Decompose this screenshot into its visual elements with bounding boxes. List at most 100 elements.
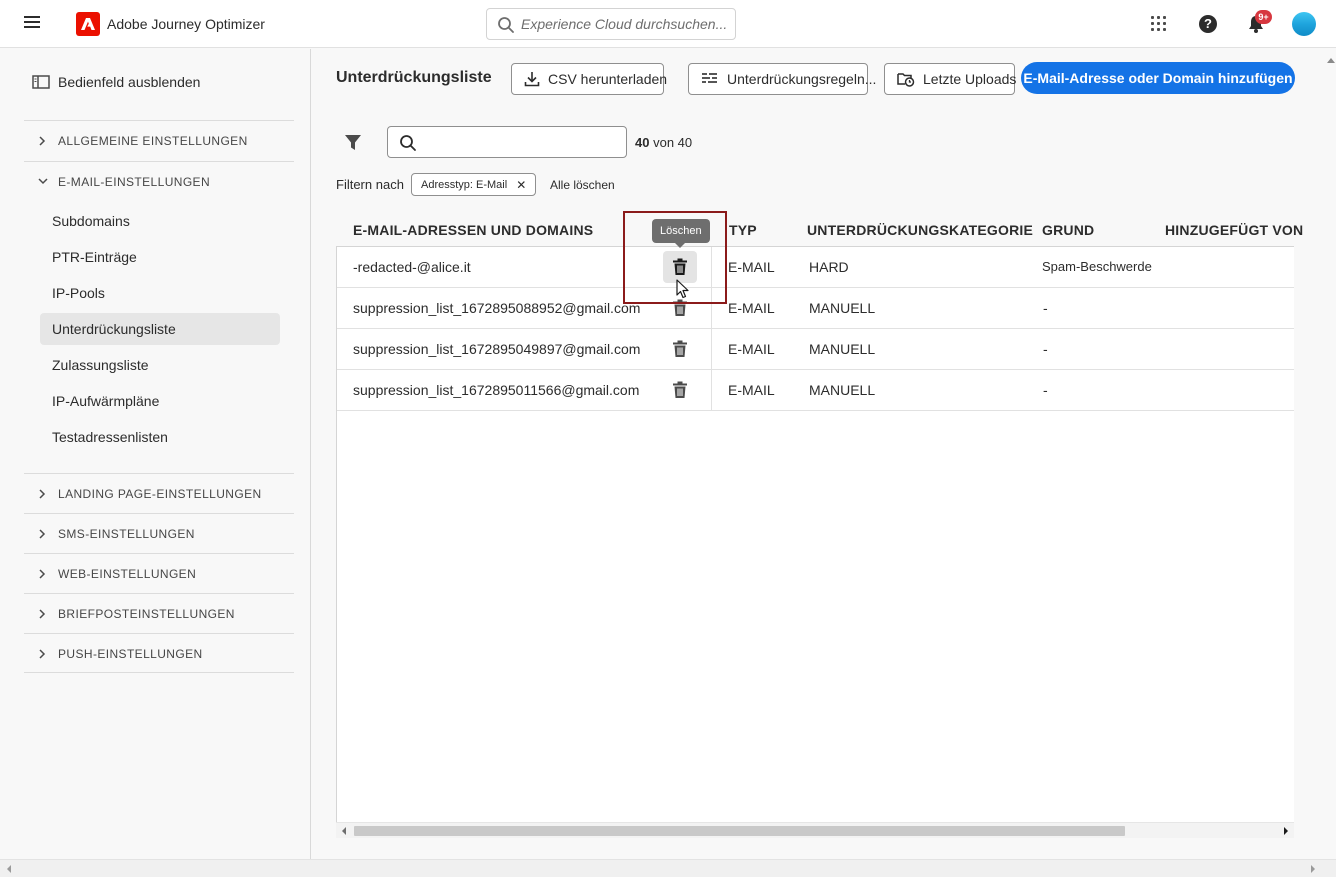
rules-icon	[702, 73, 717, 83]
cell-address: -redacted-@alice.it	[353, 259, 471, 275]
column-header-address[interactable]: E-MAIL-ADRESSEN UND DOMAINS	[353, 222, 593, 238]
help-icon[interactable]: ?	[1199, 15, 1217, 33]
cell-category: MANUELL	[809, 300, 876, 316]
adobe-logo[interactable]	[76, 12, 100, 36]
table-row[interactable]: suppression_list_1672895011566@gmail.com…	[337, 370, 1294, 411]
table-horizontal-scrollbar[interactable]	[336, 822, 1294, 838]
search-icon	[498, 17, 514, 33]
scroll-left-icon[interactable]	[341, 826, 347, 836]
recent-uploads-label: Letzte Uploads	[923, 71, 1017, 87]
chevron-right-icon	[39, 609, 46, 619]
delete-button[interactable]	[663, 374, 697, 406]
section-sms[interactable]: SMS-EINSTELLUNGEN	[24, 513, 294, 553]
chevron-right-icon	[39, 529, 46, 539]
hamburger-icon[interactable]	[24, 16, 40, 30]
top-bar: Adobe Journey Optimizer ? 9+	[0, 0, 1336, 48]
section-allgemeine-einstellungen[interactable]: ALLGEMEINE EINSTELLUNGEN	[24, 120, 294, 160]
cell-reason: -	[1043, 300, 1048, 316]
mouse-cursor-icon	[676, 279, 689, 299]
section-landing-page[interactable]: LANDING PAGE-EINSTELLUNGEN	[24, 473, 294, 513]
sidebar-item-seed-lists[interactable]: Testadressenlisten	[40, 421, 280, 453]
download-csv-label: CSV herunterladen	[548, 71, 668, 87]
table-row[interactable]: suppression_list_1672895088952@gmail.com…	[337, 288, 1294, 329]
scrollbar-thumb[interactable]	[354, 826, 1125, 836]
table-row[interactable]: -redacted-@alice.it E-MAIL HARD Spam-Bes…	[337, 247, 1294, 288]
suppression-rules-button[interactable]: Unterdrückungsregeln...	[688, 63, 876, 95]
table-row[interactable]: suppression_list_1672895049897@gmail.com…	[337, 329, 1294, 370]
cell-type: E-MAIL	[728, 382, 775, 398]
column-header-reason[interactable]: GRUND	[1042, 222, 1094, 238]
cell-category: HARD	[809, 259, 849, 275]
panel-icon	[32, 75, 50, 89]
chevron-right-icon	[39, 136, 46, 146]
highlight-box	[623, 211, 727, 304]
chevron-right-icon	[39, 649, 46, 659]
filter-icon[interactable]	[344, 134, 362, 152]
close-icon[interactable]: ✕	[516, 178, 526, 192]
cell-address: suppression_list_1672895011566@gmail.com	[353, 382, 640, 398]
section-email-einstellungen[interactable]: E-MAIL-EINSTELLUNGEN	[24, 161, 294, 201]
table-header: E-MAIL-ADRESSEN UND DOMAINS TYP UNTERDRÜ…	[336, 214, 1303, 246]
sidebar-item-allow-list[interactable]: Zulassungsliste	[40, 349, 280, 381]
notification-badge: 9+	[1255, 10, 1272, 24]
cell-category: MANUELL	[809, 341, 876, 357]
chevron-down-icon	[38, 178, 48, 185]
global-search[interactable]	[486, 8, 736, 40]
cell-type: E-MAIL	[728, 341, 775, 357]
cell-type: E-MAIL	[728, 300, 775, 316]
cell-address: suppression_list_1672895088952@gmail.com	[353, 300, 641, 316]
sidebar-item-suppression-list[interactable]: Unterdrückungsliste	[40, 313, 280, 345]
sidebar: Bedienfeld ausblenden ALLGEMEINE EINSTEL…	[0, 49, 311, 859]
result-count-current: 40	[635, 135, 650, 150]
column-header-category[interactable]: UNTERDRÜCKUNGSKATEGORIE	[807, 222, 1033, 238]
hide-panel-button[interactable]: Bedienfeld ausblenden	[32, 73, 200, 91]
scroll-left-icon[interactable]	[6, 865, 12, 873]
filter-by-label: Filtern nach	[336, 177, 404, 192]
section-label: PUSH-EINSTELLUNGEN	[58, 647, 203, 661]
download-icon	[524, 72, 540, 87]
section-label: BRIEFPOSTEINSTELLUNGEN	[58, 607, 235, 621]
result-count: 40 von 40	[635, 135, 692, 150]
global-search-input[interactable]	[521, 14, 726, 34]
cell-type: E-MAIL	[728, 259, 775, 275]
sidebar-item-subdomains[interactable]: Subdomains	[40, 205, 280, 237]
cell-reason: -	[1043, 341, 1048, 357]
cell-category: MANUELL	[809, 382, 876, 398]
table-body: -redacted-@alice.it E-MAIL HARD Spam-Bes…	[336, 246, 1294, 838]
page-title: Unterdrückungsliste	[336, 69, 492, 86]
scroll-up-icon[interactable]	[1326, 56, 1336, 64]
trash-icon	[673, 340, 687, 357]
scroll-right-icon[interactable]	[1310, 865, 1316, 873]
section-label: WEB-EINSTELLUNGEN	[58, 567, 197, 581]
clear-all-button[interactable]: Alle löschen	[550, 178, 615, 192]
column-header-type[interactable]: TYP	[729, 222, 757, 238]
table-search-field[interactable]	[387, 126, 627, 158]
search-icon	[400, 135, 416, 151]
scroll-right-icon[interactable]	[1283, 826, 1289, 836]
app-title[interactable]: Adobe Journey Optimizer	[107, 16, 265, 32]
section-push[interactable]: PUSH-EINSTELLUNGEN	[24, 633, 294, 673]
cell-reason: Spam-Beschwerde	[1042, 259, 1152, 274]
section-direct-mail[interactable]: BRIEFPOSTEINSTELLUNGEN	[24, 593, 294, 633]
add-address-button[interactable]: E-Mail-Adresse oder Domain hinzufügen	[1021, 62, 1295, 94]
sidebar-item-ip-pools[interactable]: IP-Pools	[40, 277, 280, 309]
sidebar-item-ptr[interactable]: PTR-Einträge	[40, 241, 280, 273]
folder-clock-icon	[897, 73, 915, 87]
page-horizontal-scrollbar[interactable]	[0, 859, 1336, 877]
trash-icon	[673, 381, 687, 398]
section-label: ALLGEMEINE EINSTELLUNGEN	[58, 134, 248, 148]
section-label: LANDING PAGE-EINSTELLUNGEN	[58, 487, 262, 501]
download-csv-button[interactable]: CSV herunterladen	[511, 63, 668, 95]
filter-tag[interactable]: Adresstyp: E-Mail ✕	[411, 173, 537, 196]
filter-tag-label: Adresstyp: E-Mail	[421, 178, 508, 191]
avatar[interactable]	[1292, 12, 1316, 36]
chevron-right-icon	[39, 489, 46, 499]
section-web[interactable]: WEB-EINSTELLUNGEN	[24, 553, 294, 593]
cell-address: suppression_list_1672895049897@gmail.com	[353, 341, 641, 357]
sidebar-item-ip-warmup[interactable]: IP-Aufwärmpläne	[40, 385, 280, 417]
recent-uploads-button[interactable]: Letzte Uploads	[884, 63, 1017, 95]
column-header-added-by[interactable]: HINZUGEFÜGT VON	[1165, 222, 1303, 238]
delete-button[interactable]	[663, 333, 697, 365]
section-label: E-MAIL-EINSTELLUNGEN	[58, 175, 211, 189]
apps-grid-icon[interactable]	[1151, 16, 1167, 32]
